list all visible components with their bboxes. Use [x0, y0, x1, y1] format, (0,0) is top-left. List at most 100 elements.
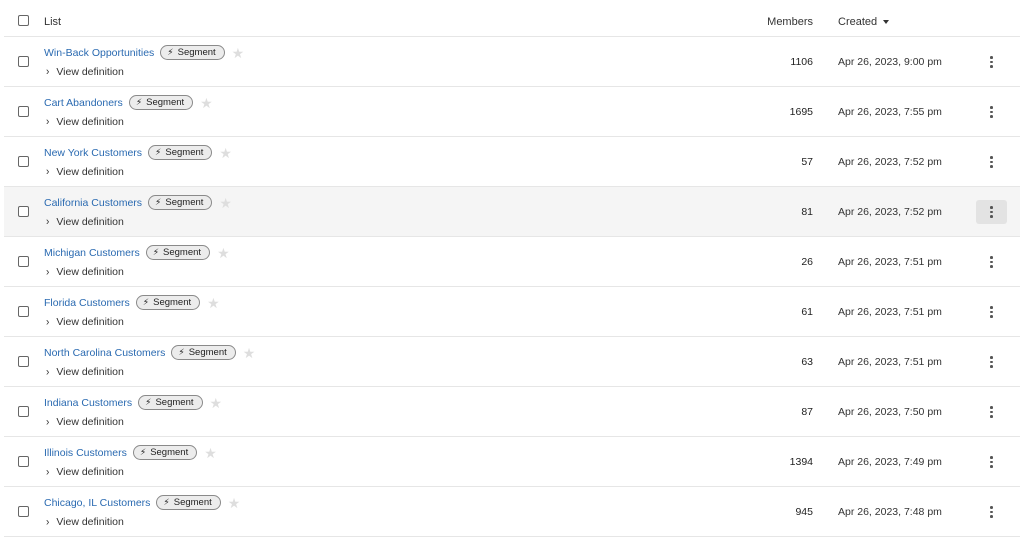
kebab-dot	[990, 356, 993, 359]
column-header-members[interactable]: Members	[767, 16, 813, 28]
lightning-bolt-icon: ⚡︎	[145, 397, 152, 407]
list-name-link[interactable]: Illinois Customers	[44, 447, 127, 459]
column-header-created-label: Created	[838, 16, 878, 28]
view-definition-label: View definition	[56, 466, 124, 478]
segment-badge: ⚡︎ Segment	[145, 245, 211, 260]
list-name-link[interactable]: Florida Customers	[44, 297, 130, 309]
kebab-dot	[990, 256, 993, 259]
kebab-menu-icon[interactable]	[976, 150, 1007, 174]
list-name-link[interactable]: Chicago, IL Customers	[44, 497, 150, 509]
star-icon[interactable]: ★	[228, 496, 241, 510]
list-name-link[interactable]: Indiana Customers	[44, 397, 132, 409]
view-definition-toggle[interactable]: › View definition	[46, 166, 124, 178]
star-icon[interactable]: ★	[219, 146, 232, 160]
column-header-list[interactable]: List	[44, 16, 61, 28]
list-name-link[interactable]: Michigan Customers	[44, 247, 140, 259]
kebab-menu-icon[interactable]	[976, 50, 1007, 74]
kebab-menu-icon[interactable]	[976, 250, 1007, 274]
view-definition-label: View definition	[56, 66, 124, 78]
created-date: Apr 26, 2023, 7:52 pm	[838, 206, 942, 218]
table-row: Florida Customers ⚡︎ Segment ★ › View de…	[4, 287, 1020, 337]
star-icon[interactable]: ★	[243, 346, 256, 360]
kebab-dot	[990, 360, 993, 364]
view-definition-label: View definition	[56, 216, 124, 228]
star-icon[interactable]: ★	[210, 396, 223, 410]
kebab-menu-icon[interactable]	[976, 100, 1007, 124]
created-date: Apr 26, 2023, 7:48 pm	[838, 506, 942, 518]
view-definition-label: View definition	[56, 416, 124, 428]
list-name-link[interactable]: New York Customers	[44, 147, 142, 159]
list-name-line: Illinois Customers ⚡︎ Segment ★	[44, 445, 217, 460]
view-definition-toggle[interactable]: › View definition	[46, 366, 124, 378]
view-definition-toggle[interactable]: › View definition	[46, 216, 124, 228]
kebab-dot	[990, 56, 993, 59]
star-icon[interactable]: ★	[207, 296, 220, 310]
created-date: Apr 26, 2023, 7:51 pm	[838, 356, 942, 368]
row-checkbox[interactable]	[18, 406, 29, 417]
created-date: Apr 26, 2023, 9:00 pm	[838, 56, 942, 68]
list-name-link[interactable]: North Carolina Customers	[44, 347, 165, 359]
kebab-dot	[990, 60, 993, 64]
chevron-right-icon: ›	[46, 115, 50, 129]
list-name-link[interactable]: California Customers	[44, 197, 142, 209]
row-checkbox[interactable]	[18, 456, 29, 467]
kebab-dot	[990, 210, 993, 214]
list-name-link[interactable]: Win-Back Opportunities	[44, 47, 154, 59]
kebab-menu-icon[interactable]	[976, 500, 1007, 524]
row-checkbox[interactable]	[18, 56, 29, 67]
lightning-bolt-icon: ⚡︎	[155, 147, 162, 157]
star-icon[interactable]: ★	[232, 46, 245, 60]
star-icon[interactable]: ★	[219, 196, 232, 210]
star-icon[interactable]: ★	[217, 246, 230, 260]
star-icon[interactable]: ★	[204, 446, 217, 460]
segment-badge-label: Segment	[173, 497, 212, 508]
view-definition-toggle[interactable]: › View definition	[46, 116, 124, 128]
row-checkbox[interactable]	[18, 356, 29, 367]
view-definition-toggle[interactable]: › View definition	[46, 316, 124, 328]
kebab-dot	[990, 315, 993, 318]
row-checkbox[interactable]	[18, 156, 29, 167]
star-icon[interactable]: ★	[200, 96, 213, 110]
select-all-checkbox[interactable]	[18, 15, 29, 26]
list-name-line: Cart Abandoners ⚡︎ Segment ★	[44, 95, 213, 110]
row-checkbox[interactable]	[18, 306, 29, 317]
row-checkbox[interactable]	[18, 106, 29, 117]
column-header-created[interactable]: Created	[838, 16, 890, 28]
row-checkbox[interactable]	[18, 506, 29, 517]
segment-badge-label: Segment	[177, 47, 216, 58]
chevron-right-icon: ›	[46, 215, 50, 229]
created-date: Apr 26, 2023, 7:50 pm	[838, 406, 942, 418]
list-name-link[interactable]: Cart Abandoners	[44, 97, 123, 109]
lightning-bolt-icon: ⚡︎	[142, 297, 150, 307]
kebab-dot	[990, 206, 993, 209]
kebab-dot	[990, 115, 993, 118]
kebab-menu-icon[interactable]	[976, 350, 1007, 374]
view-definition-toggle[interactable]: › View definition	[46, 416, 124, 428]
members-count: 1106	[790, 56, 813, 68]
segment-badge: ⚡︎ Segment	[156, 495, 221, 510]
kebab-dot	[990, 306, 993, 309]
segment-badge-label: Segment	[146, 97, 185, 108]
list-name-line: California Customers ⚡︎ Segment ★	[44, 195, 232, 210]
view-definition-label: View definition	[56, 116, 124, 128]
created-date: Apr 26, 2023, 7:51 pm	[838, 256, 942, 268]
kebab-dot	[990, 456, 993, 459]
kebab-dot	[990, 365, 993, 368]
row-checkbox[interactable]	[18, 256, 29, 267]
kebab-dot	[990, 510, 993, 514]
view-definition-toggle[interactable]: › View definition	[46, 266, 124, 278]
view-definition-toggle[interactable]: › View definition	[46, 466, 124, 478]
row-checkbox[interactable]	[18, 206, 29, 217]
lightning-bolt-icon: ⚡︎	[152, 247, 160, 257]
kebab-menu-icon[interactable]	[976, 400, 1007, 424]
kebab-menu-icon[interactable]	[976, 300, 1007, 324]
table-row: California Customers ⚡︎ Segment ★ › View…	[4, 187, 1020, 237]
kebab-dot	[990, 310, 993, 314]
kebab-dot	[990, 160, 993, 164]
kebab-menu-icon[interactable]	[976, 450, 1007, 474]
kebab-dot	[990, 110, 993, 114]
kebab-menu-icon[interactable]	[976, 200, 1007, 224]
view-definition-toggle[interactable]: › View definition	[46, 66, 124, 78]
view-definition-toggle[interactable]: › View definition	[46, 516, 124, 528]
created-date: Apr 26, 2023, 7:49 pm	[838, 456, 942, 468]
